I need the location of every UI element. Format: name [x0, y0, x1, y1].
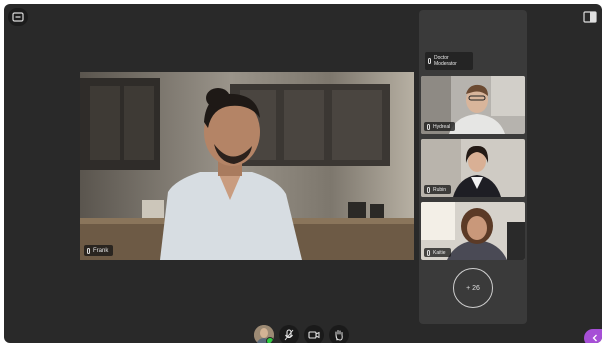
main-speaker-name: Frank [93, 247, 109, 254]
moderator-role: Moderator [434, 61, 457, 67]
mute-button[interactable] [279, 325, 299, 343]
participants-sidebar: Doctor Moderator Hydreal Rubin Kaitie + … [419, 10, 527, 324]
participant-thumbnail[interactable]: Kaitie [421, 202, 525, 260]
participant-name-tag: Rubin [424, 185, 452, 194]
leave-button[interactable] [8, 8, 28, 26]
more-participants-button[interactable]: + 26 [453, 268, 493, 308]
meeting-window: Frank Doctor Moderator Hydreal Rubin Kai… [4, 4, 602, 343]
online-status-indicator [266, 337, 274, 343]
participant-thumbnail[interactable]: Rubin [421, 139, 525, 197]
mic-status-icon [87, 247, 90, 254]
overflow-count: + 26 [466, 284, 480, 292]
mic-status-icon [427, 186, 430, 193]
raise-hand-icon [335, 330, 343, 341]
raise-hand-button[interactable] [329, 325, 349, 343]
mic-status-icon [427, 249, 430, 256]
avatar[interactable] [254, 325, 274, 343]
main-speaker-video[interactable]: Frank [80, 72, 414, 260]
main-speaker-name-tag: Frank [84, 245, 114, 256]
moderator-tag[interactable]: Doctor Moderator [425, 52, 473, 70]
mic-status-icon [427, 123, 430, 130]
mic-status-icon [428, 58, 431, 64]
chat-button[interactable] [584, 329, 602, 343]
participant-name-tag: Hydreal [424, 122, 456, 131]
layout-toggle-icon [583, 11, 597, 23]
participant-name: Kaitie [433, 249, 446, 256]
video-camera-icon [308, 331, 320, 339]
speaker-video-image [80, 72, 414, 260]
participant-name-tag: Kaitie [424, 248, 451, 257]
leave-icon [12, 12, 24, 22]
participant-thumbnail[interactable]: Hydreal [421, 76, 525, 134]
meeting-toolbar [254, 324, 349, 343]
camera-button[interactable] [304, 325, 324, 343]
chat-icon [592, 334, 597, 342]
participant-name: Hydreal [433, 123, 451, 130]
layout-toggle-button[interactable] [580, 8, 600, 26]
microphone-icon [284, 329, 294, 341]
participant-name: Rubin [433, 186, 447, 193]
